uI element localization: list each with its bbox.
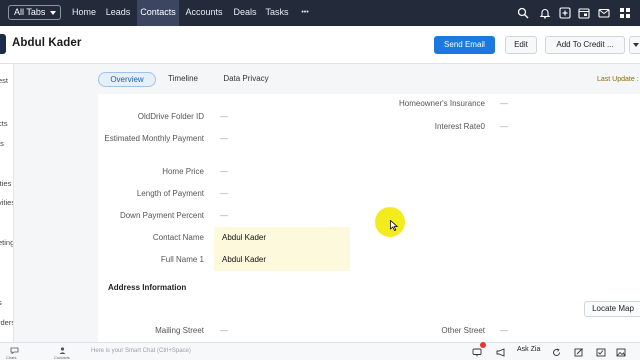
field-label: Length of Payment [136,189,204,198]
mailing-street-value[interactable]: — [220,326,228,335]
mailing-street-label: Mailing Street [155,326,204,335]
contacts-label: Contacts [54,355,70,360]
sidebar-item[interactable]: ts [0,139,4,148]
ask-zia-label[interactable]: Ask Zia [517,346,540,353]
field-value[interactable]: — [220,134,228,143]
nav-leads[interactable]: Leads [102,0,134,26]
field-value[interactable]: — [220,167,228,176]
other-street-label: Other Street [441,326,485,335]
last-update-label: Last Update : [597,76,639,83]
megaphone-icon[interactable] [496,348,506,357]
sidebar-item[interactable]: s [0,298,2,307]
nav-tasks[interactable]: Tasks [263,0,291,26]
chats-label: Chats [6,355,17,360]
field-label: Homeowner's Insurance [398,99,485,108]
calendar-icon[interactable] [578,7,590,19]
full-name-value[interactable]: Abdul Kader [222,255,266,264]
send-email-button[interactable]: Send Email [434,36,495,54]
search-icon[interactable] [517,7,529,19]
all-tabs-label: All Tabs [14,7,46,17]
field-label: Full Name 1 [160,255,204,264]
edit-button[interactable]: Edit [505,36,537,54]
more-actions-button[interactable] [629,36,640,54]
chevron-down-icon [50,11,56,15]
notification-icon[interactable] [472,348,482,357]
field-label: OldDrive Folder ID [137,112,204,121]
top-navigation-bar: All Tabs Home Leads Contacts Accounts De… [0,0,640,26]
sidebar-item[interactable]: ities [0,179,11,188]
nav-home[interactable]: Home [68,0,100,26]
address-section-title: Address Information [108,283,187,292]
record-header: Abdul Kader Send Email Edit Add To Credi… [0,26,640,64]
sidebar-item[interactable]: rders [0,318,13,327]
record-name: Abdul Kader [12,37,82,49]
edit-icon[interactable] [574,348,584,357]
chevron-down-icon [633,42,639,47]
tasks-icon[interactable] [596,348,606,357]
field-value[interactable]: — [500,99,508,108]
field-value[interactable]: — [220,112,228,121]
tab-timeline[interactable]: Timeline [162,72,204,87]
field-label: Interest Rate0 [434,122,485,131]
smart-chat-input[interactable]: Here is your Smart Chat (Ctrl+Space) [91,348,191,354]
notification-badge [480,342,486,348]
locate-map-button[interactable]: Locate Map [584,301,640,317]
related-list-sidebar: est cts ts ities vities etings s rders [0,64,14,342]
tab-overview[interactable]: Overview [98,72,156,87]
field-value[interactable]: — [220,189,228,198]
nav-more[interactable]: ••• [295,0,315,26]
mouse-pointer-icon [390,220,398,231]
chats-icon[interactable] [10,347,19,354]
field-label: Down Payment Percent [119,211,204,220]
image-icon[interactable] [616,348,626,357]
sidebar-item[interactable]: cts [0,119,8,128]
field-label: Home Price [162,167,204,176]
nav-contacts[interactable]: Contacts [137,0,179,26]
grid-icon[interactable] [619,7,631,19]
other-street-value[interactable]: — [500,326,508,335]
avatar [0,34,6,54]
add-to-credit-button[interactable]: Add To Credit ... [545,36,625,54]
sidebar-item[interactable]: vities [0,198,13,207]
field-value[interactable]: — [500,122,508,131]
record-details-card: OldDrive Folder ID — Estimated Monthly P… [98,94,640,342]
bottom-bar: Chats Contacts Here is your Smart Chat (… [0,342,640,360]
field-label: Estimated Monthly Payment [104,134,204,143]
bell-icon[interactable] [539,7,551,19]
contacts-icon[interactable] [58,347,67,354]
record-tabs-bar: Overview Timeline Data Privacy Last Upda… [14,64,640,94]
field-value[interactable]: — [220,211,228,220]
nav-deals[interactable]: Deals [229,0,261,26]
nav-accounts[interactable]: Accounts [182,0,226,26]
sidebar-item[interactable]: est [0,76,8,85]
tab-data-privacy[interactable]: Data Privacy [218,72,274,87]
mail-icon[interactable] [598,7,610,19]
add-icon[interactable] [559,7,571,19]
all-tabs-dropdown[interactable]: All Tabs [8,5,61,20]
contact-name-value[interactable]: Abdul Kader [222,233,266,242]
sidebar-item[interactable]: etings [0,238,13,247]
refresh-icon[interactable] [552,348,561,357]
field-label: Contact Name [152,233,204,242]
